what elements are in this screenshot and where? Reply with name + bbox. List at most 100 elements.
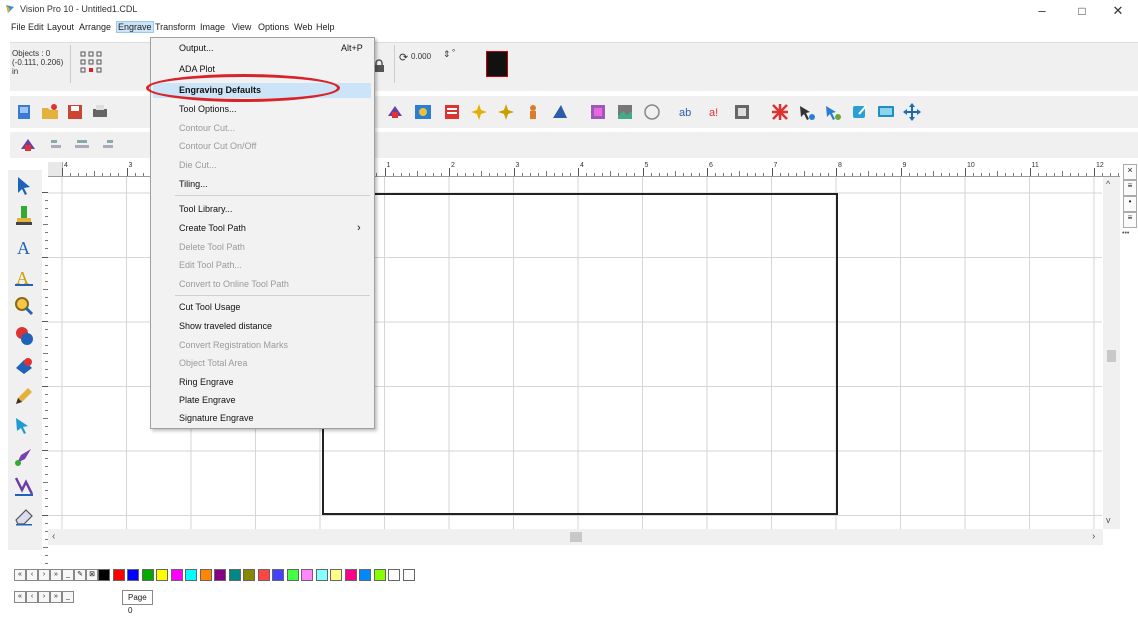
scroll-right-icon[interactable]: › <box>1092 531 1095 542</box>
frame-icon[interactable] <box>732 102 752 122</box>
scroll-left-icon[interactable]: ‹ <box>52 531 55 542</box>
color-swatch[interactable] <box>315 569 328 581</box>
menu-item-convert-registration[interactable]: Convert Registration Marks <box>179 340 288 350</box>
palette-last-icon[interactable]: » <box>50 569 62 581</box>
color-swatch[interactable] <box>330 569 342 581</box>
color-swatch[interactable] <box>388 569 400 581</box>
color-fill-icon[interactable] <box>12 354 36 378</box>
shape-icon[interactable] <box>550 102 570 122</box>
menu-layout[interactable]: Layout <box>47 22 74 32</box>
menu-item-convert-online[interactable]: Convert to Online Tool Path <box>179 279 289 289</box>
grid-image-icon[interactable] <box>588 102 608 122</box>
save-icon[interactable] <box>65 102 85 122</box>
color-swatch[interactable] <box>272 569 284 581</box>
next-page-icon[interactable]: › <box>38 591 50 603</box>
maximize-button[interactable]: □ <box>1062 0 1102 22</box>
close-panel-button[interactable]: × <box>1123 164 1137 180</box>
color-swatch[interactable] <box>301 569 313 581</box>
page-rectangle[interactable] <box>322 193 838 515</box>
edit-square-icon[interactable] <box>850 102 870 122</box>
color-swatch[interactable] <box>127 569 139 581</box>
page-tab[interactable]: Page 0 <box>122 590 153 615</box>
scroll-up-icon[interactable]: ^ <box>1106 179 1110 189</box>
align-left-icon[interactable] <box>48 135 68 155</box>
text-effect-icon[interactable]: a! <box>706 102 726 122</box>
first-page-icon[interactable]: « <box>14 591 26 603</box>
menu-item-object-total-area[interactable]: Object Total Area <box>179 358 247 368</box>
paint-tool-icon[interactable] <box>12 444 36 468</box>
align-right-icon[interactable] <box>96 135 116 155</box>
menu-help[interactable]: Help <box>316 22 335 32</box>
monitor-icon[interactable] <box>876 102 896 122</box>
menu-view[interactable]: View <box>232 22 251 32</box>
color-swatch[interactable] <box>185 569 197 581</box>
open-file-icon[interactable] <box>40 102 60 122</box>
figure-icon[interactable] <box>523 102 543 122</box>
menu-transform[interactable]: Transform <box>155 22 196 32</box>
menu-item-contour-cut-onoff[interactable]: Contour Cut On/Off <box>179 141 256 151</box>
menu-item-output[interactable]: Output... <box>179 43 214 53</box>
new-file-icon[interactable] <box>14 102 34 122</box>
shapes-tool-icon[interactable] <box>12 324 36 348</box>
weld-icon[interactable] <box>770 102 790 122</box>
eyedropper-icon[interactable]: ✎ <box>74 569 86 581</box>
menu-item-contour-cut[interactable]: Contour Cut... <box>179 123 235 133</box>
object-manager-icon[interactable] <box>385 102 405 122</box>
horizontal-scrollbar[interactable]: ‹ › <box>48 529 1103 545</box>
color-swatch[interactable] <box>373 569 386 581</box>
menu-edit[interactable]: Edit <box>28 22 44 32</box>
no-color-icon[interactable]: ⊠ <box>86 569 98 581</box>
color-swatch[interactable] <box>214 569 226 581</box>
color-swatch[interactable] <box>359 569 371 581</box>
object-icon[interactable] <box>18 135 38 155</box>
menu-arrange[interactable]: Arrange <box>79 22 111 32</box>
last-page-icon[interactable]: » <box>50 591 62 603</box>
menu-item-tool-library[interactable]: Tool Library... <box>179 204 232 214</box>
menu-item-tool-options[interactable]: Tool Options... <box>179 104 237 114</box>
palette-next-icon[interactable]: › <box>38 569 50 581</box>
menu-item-ada-plot[interactable]: ADA Plot <box>179 64 215 74</box>
node-edit-icon[interactable] <box>797 102 817 122</box>
move-icon[interactable] <box>902 102 922 122</box>
text-ab-icon[interactable]: ab <box>678 102 698 122</box>
print-icon[interactable] <box>90 102 110 122</box>
menu-item-ring-engrave[interactable]: Ring Engrave <box>179 377 234 387</box>
sparkle-icon[interactable] <box>469 102 489 122</box>
prev-page-icon[interactable]: ‹ <box>26 591 38 603</box>
image-icon[interactable] <box>413 102 433 122</box>
color-swatch[interactable] <box>98 569 110 581</box>
align-center-icon[interactable] <box>72 135 92 155</box>
select-arrow-icon[interactable] <box>12 174 36 198</box>
menu-item-show-distance[interactable]: Show traveled distance <box>179 321 272 331</box>
pencil-icon[interactable] <box>12 384 36 408</box>
menu-item-plate-engrave[interactable]: Plate Engrave <box>179 395 236 405</box>
menu-item-die-cut[interactable]: Die Cut... <box>179 160 217 170</box>
menu-file[interactable]: File <box>11 22 26 32</box>
close-button[interactable]: ✕ <box>1098 0 1138 22</box>
color-swatch[interactable] <box>112 569 125 581</box>
scroll-down-icon[interactable]: v <box>1106 515 1111 525</box>
menu-item-delete-tool-path[interactable]: Delete Tool Path <box>179 242 245 252</box>
menu-options[interactable]: Options <box>258 22 289 32</box>
color-swatch[interactable] <box>156 569 168 581</box>
photo-icon[interactable] <box>615 102 635 122</box>
anchor-selector[interactable] <box>70 45 151 83</box>
color-swatch[interactable] <box>170 569 183 581</box>
rotation-field[interactable]: 0.000 <box>411 52 431 61</box>
text-tool-icon[interactable]: A <box>12 234 36 258</box>
color-swatch[interactable] <box>402 569 415 581</box>
palette-prev-icon[interactable]: ‹ <box>26 569 38 581</box>
menu-item-cut-tool-usage[interactable]: Cut Tool Usage <box>179 302 240 312</box>
fill-color-swatch[interactable] <box>486 51 508 77</box>
menu-item-edit-tool-path[interactable]: Edit Tool Path... <box>179 260 242 270</box>
menu-item-create-tool-path[interactable]: Create Tool Path <box>179 223 246 233</box>
color-swatch[interactable] <box>199 569 212 581</box>
engrave-tool-icon[interactable] <box>12 204 36 228</box>
ruler-corner[interactable] <box>48 162 63 176</box>
palette-add-icon[interactable]: _ <box>62 569 74 581</box>
node-tool-icon[interactable] <box>12 414 36 438</box>
menu-web[interactable]: Web <box>294 22 312 32</box>
color-swatch[interactable] <box>141 569 154 581</box>
minimize-button[interactable]: – <box>1022 0 1062 22</box>
color-swatch[interactable] <box>257 569 270 581</box>
